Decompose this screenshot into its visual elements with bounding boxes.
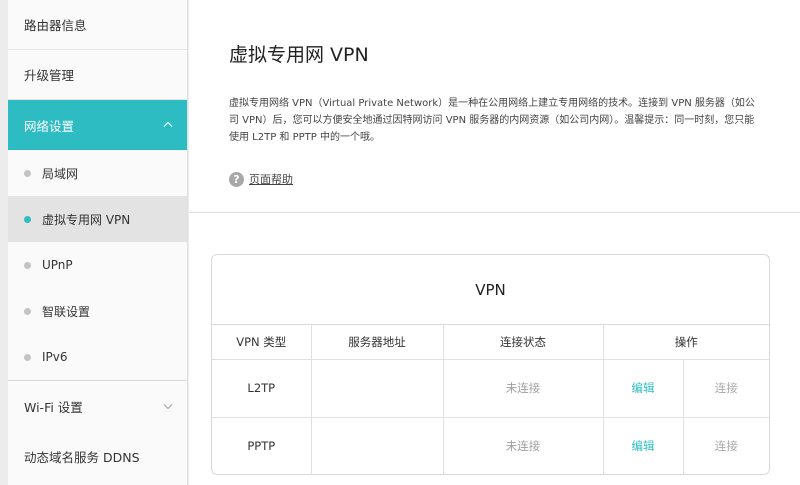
page-description: 虚拟专用网络 VPN（Virtual Private Network）是一种在公… bbox=[229, 98, 755, 143]
sidebar-item-ddns[interactable]: 动态域名服务 DDNS bbox=[8, 431, 187, 481]
page-help-link[interactable]: 页面帮助 bbox=[249, 171, 293, 187]
table-row: L2TP 未连接 编辑 连接 bbox=[212, 358, 769, 418]
server-address-cell bbox=[310, 416, 444, 474]
bullet-dot-icon bbox=[24, 261, 31, 269]
sidebar-item-label: 路由器信息 bbox=[24, 18, 87, 33]
chevron-down-icon bbox=[163, 403, 173, 410]
sidebar: 路由器信息 升级管理 网络设置 局域网 虚拟专用网 VPN UPnP 智联设置 … bbox=[8, 0, 188, 485]
sidebar-subitem-label: IPv6 bbox=[42, 350, 68, 364]
chevron-up-icon bbox=[163, 121, 173, 128]
bullet-dot-icon bbox=[24, 307, 31, 315]
table-row: PPTP 未连接 编辑 连接 bbox=[212, 416, 769, 474]
sidebar-subitem-smart-connect[interactable]: 智联设置 bbox=[8, 288, 187, 334]
sidebar-subitem-label: 虚拟专用网 VPN bbox=[42, 212, 131, 227]
main-content: 虚拟专用网 VPN 虚拟专用网络 VPN（Virtual Private Net… bbox=[189, 0, 800, 485]
sidebar-item-wifi-settings[interactable]: Wi-Fi 设置 bbox=[8, 381, 187, 431]
edit-button[interactable]: 编辑 bbox=[602, 358, 684, 418]
sidebar-subitem-upnp[interactable]: UPnP bbox=[8, 242, 187, 288]
page-title: 虚拟专用网 VPN bbox=[229, 44, 369, 66]
help-link-row[interactable]: ? 页面帮助 bbox=[229, 171, 293, 187]
connection-status-cell: 未连接 bbox=[442, 358, 604, 418]
panel-title: VPN bbox=[212, 255, 769, 325]
server-address-cell bbox=[310, 358, 444, 418]
sidebar-subitem-label: UPnP bbox=[42, 258, 73, 272]
bullet-dot-icon bbox=[24, 215, 31, 223]
sidebar-subitem-ipv6[interactable]: IPv6 bbox=[8, 334, 187, 380]
column-header-actions: 操作 bbox=[602, 325, 769, 360]
vpn-panel: VPN VPN 类型 服务器地址 连接状态 操作 L2TP 未连接 编辑 连接 … bbox=[211, 254, 770, 475]
column-header-server: 服务器地址 bbox=[310, 325, 444, 360]
sidebar-item-label: Wi-Fi 设置 bbox=[24, 399, 83, 415]
sidebar-item-label: 网络设置 bbox=[24, 118, 75, 134]
sidebar-item-router-info[interactable]: 路由器信息 bbox=[8, 0, 187, 50]
vpn-type-cell: L2TP bbox=[212, 358, 312, 418]
vpn-table: VPN 类型 服务器地址 连接状态 操作 L2TP 未连接 编辑 连接 PPTP bbox=[212, 325, 769, 474]
sidebar-subitem-label: 智联设置 bbox=[42, 304, 91, 319]
sidebar-item-network-settings[interactable]: 网络设置 bbox=[8, 100, 187, 150]
table-header-row: VPN 类型 服务器地址 连接状态 操作 bbox=[212, 325, 769, 360]
connect-button[interactable]: 连接 bbox=[682, 358, 769, 418]
sidebar-subitem-lan[interactable]: 局域网 bbox=[8, 150, 187, 196]
sidebar-item-label: 动态域名服务 DDNS bbox=[24, 449, 140, 465]
sidebar-subitem-label: 局域网 bbox=[42, 166, 79, 181]
edit-button[interactable]: 编辑 bbox=[602, 416, 684, 474]
column-header-type: VPN 类型 bbox=[212, 325, 312, 360]
bullet-dot-icon bbox=[24, 353, 31, 361]
connection-status-cell: 未连接 bbox=[442, 416, 604, 474]
bullet-dot-icon bbox=[24, 169, 31, 177]
help-icon: ? bbox=[229, 171, 244, 187]
column-header-status: 连接状态 bbox=[442, 325, 604, 360]
sidebar-item-label: 升级管理 bbox=[24, 68, 75, 83]
sidebar-subitem-vpn[interactable]: 虚拟专用网 VPN bbox=[8, 196, 187, 242]
intro-section: 虚拟专用网 VPN 虚拟专用网络 VPN（Virtual Private Net… bbox=[189, 0, 800, 213]
vpn-type-cell: PPTP bbox=[212, 416, 312, 474]
sidebar-item-upgrade[interactable]: 升级管理 bbox=[8, 50, 187, 100]
connect-button[interactable]: 连接 bbox=[682, 416, 769, 474]
